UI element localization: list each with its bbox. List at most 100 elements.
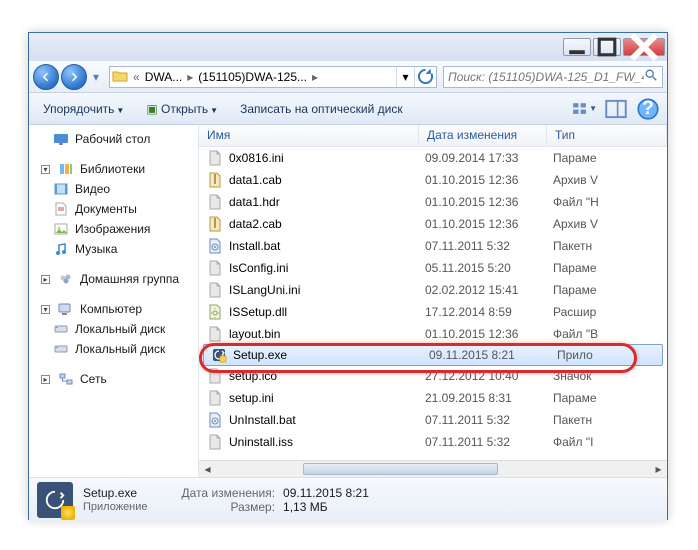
file-type: Файл "B <box>553 327 667 341</box>
minimize-button[interactable] <box>563 38 591 56</box>
detail-date-value: 09.11.2015 8:21 <box>283 486 369 500</box>
file-date: 05.11.2015 5:20 <box>425 261 553 275</box>
file-row[interactable]: data1.cab01.10.2015 12:36Архив V <box>199 169 667 191</box>
file-row[interactable]: UnInstall.bat07.11.2011 5:32Пакетн <box>199 409 667 431</box>
homegroup-icon <box>58 271 74 287</box>
file-row[interactable]: ISLangUni.ini02.02.2012 15:41Параме <box>199 279 667 301</box>
file-row[interactable]: data1.hdr01.10.2015 12:36Файл "H <box>199 191 667 213</box>
expand-icon[interactable]: ▸ <box>41 275 50 284</box>
nav-network[interactable]: ▸Сеть <box>29 369 198 389</box>
file-date: 01.10.2015 12:36 <box>425 217 553 231</box>
search-icon <box>644 68 658 85</box>
forward-button[interactable] <box>61 64 87 90</box>
nav-computer[interactable]: ▾Компьютер <box>29 299 198 319</box>
file-name: UnInstall.bat <box>229 413 425 427</box>
scroll-thumb[interactable] <box>303 463 498 475</box>
disk-icon <box>53 321 69 337</box>
nav-disk[interactable]: Локальный диск <box>29 319 198 339</box>
expand-icon[interactable]: ▸ <box>41 375 50 384</box>
burn-button[interactable]: Записать на оптический диск <box>232 98 411 120</box>
file-row[interactable]: setup.ini21.09.2015 8:31Параме <box>199 387 667 409</box>
folder-icon <box>112 68 130 86</box>
column-type[interactable]: Тип <box>547 125 667 146</box>
nav-homegroup[interactable]: ▸Домашняя группа <box>29 269 198 289</box>
navbar: ▾ « DWA... ▸ (151105)DWA-125... ▸ ▾ <box>29 61 667 93</box>
file-type: Пакетн <box>553 413 667 427</box>
file-row[interactable]: Install.bat07.11.2011 5:32Пакетн <box>199 235 667 257</box>
nav-disk[interactable]: Локальный диск <box>29 339 198 359</box>
chevron-right-icon[interactable]: ▸ <box>311 70 319 84</box>
file-icon <box>211 347 227 363</box>
file-icon <box>207 194 223 210</box>
file-type: Расшир <box>553 305 667 319</box>
file-row[interactable]: IsConfig.ini05.11.2015 5:20Параме <box>199 257 667 279</box>
file-date: 01.10.2015 12:36 <box>425 195 553 209</box>
nav-pictures[interactable]: Изображения <box>29 219 198 239</box>
file-row[interactable]: 0x0816.ini09.09.2014 17:33Параме <box>199 147 667 169</box>
breadcrumb-item[interactable]: DWA... <box>141 70 187 84</box>
file-name: Install.bat <box>229 239 425 253</box>
expand-icon[interactable]: ▾ <box>41 305 50 314</box>
file-type: Файл "I <box>553 435 667 449</box>
address-bar[interactable]: « DWA... ▸ (151105)DWA-125... ▸ ▾ <box>109 66 437 88</box>
file-row[interactable]: Uninstall.iss07.11.2011 5:32Файл "I <box>199 431 667 453</box>
toolbar: Упорядочить▼ ▣ Открыть▼ Записать на опти… <box>29 93 667 125</box>
titlebar <box>29 33 667 61</box>
detail-size-value: 1,13 МБ <box>283 500 369 514</box>
file-date: 01.10.2015 12:36 <box>425 327 553 341</box>
organize-button[interactable]: Упорядочить▼ <box>35 98 132 120</box>
expand-icon[interactable]: ▾ <box>41 165 50 174</box>
column-name[interactable]: Имя <box>199 125 419 146</box>
file-row[interactable]: setup.ico27.12.2012 10:40Значок <box>199 365 667 387</box>
back-button[interactable] <box>33 64 59 90</box>
search-input[interactable] <box>448 70 644 84</box>
search-box[interactable] <box>443 66 663 88</box>
computer-icon <box>58 301 74 317</box>
preview-pane-button[interactable] <box>603 98 629 120</box>
close-button[interactable] <box>623 38 665 56</box>
nav-video[interactable]: Видео <box>29 179 198 199</box>
file-type: Параме <box>553 391 667 405</box>
file-row[interactable]: Setup.exe09.11.2015 8:21Прило <box>203 344 663 366</box>
nav-history-dropdown[interactable]: ▾ <box>89 64 103 90</box>
file-icon <box>207 390 223 406</box>
file-row[interactable]: layout.bin01.10.2015 12:36Файл "B <box>199 323 667 345</box>
scroll-right-button[interactable]: ▸ <box>650 461 667 477</box>
video-icon <box>53 181 69 197</box>
file-date: 09.11.2015 8:21 <box>429 348 557 362</box>
column-date[interactable]: Дата изменения <box>419 125 547 146</box>
address-dropdown[interactable]: ▾ <box>396 67 414 87</box>
file-type: Значок <box>553 369 667 383</box>
file-row[interactable]: ISSetup.dll17.12.2014 8:59Расшир <box>199 301 667 323</box>
file-icon <box>207 412 223 428</box>
chevron-right-icon[interactable]: ▸ <box>186 70 194 84</box>
file-thumbnail <box>37 482 73 518</box>
file-row[interactable]: data2.cab01.10.2015 12:36Архив V <box>199 213 667 235</box>
nav-documents[interactable]: Документы <box>29 199 198 219</box>
refresh-button[interactable] <box>414 67 436 87</box>
file-list-pane: Имя Дата изменения Тип 0x0816.ini09.09.2… <box>199 125 667 477</box>
network-icon <box>58 371 74 387</box>
file-name: setup.ico <box>229 369 425 383</box>
horizontal-scrollbar[interactable]: ◂ ▸ <box>199 460 667 477</box>
scroll-left-button[interactable]: ◂ <box>199 461 216 477</box>
file-name: Uninstall.iss <box>229 435 425 449</box>
file-icon <box>207 238 223 254</box>
help-button[interactable]: ? <box>635 98 661 120</box>
file-date: 07.11.2011 5:32 <box>425 239 553 253</box>
file-rows: 0x0816.ini09.09.2014 17:33Парамеdata1.ca… <box>199 147 667 460</box>
file-icon <box>207 282 223 298</box>
file-date: 17.12.2014 8:59 <box>425 305 553 319</box>
breadcrumb-back[interactable]: « <box>132 70 141 84</box>
explorer-window: ▾ « DWA... ▸ (151105)DWA-125... ▸ ▾ Упор… <box>28 32 668 520</box>
view-options-button[interactable]: ▼ <box>571 98 597 120</box>
maximize-button[interactable] <box>593 38 621 56</box>
file-name: setup.ini <box>229 391 425 405</box>
breadcrumb-item[interactable]: (151105)DWA-125... <box>194 70 311 84</box>
nav-libraries[interactable]: ▾Библиотеки <box>29 159 198 179</box>
nav-desktop[interactable]: Рабочий стол <box>29 129 198 149</box>
libraries-icon <box>58 161 74 177</box>
file-icon <box>207 260 223 276</box>
open-button[interactable]: ▣ Открыть▼ <box>138 98 226 120</box>
nav-music[interactable]: Музыка <box>29 239 198 259</box>
